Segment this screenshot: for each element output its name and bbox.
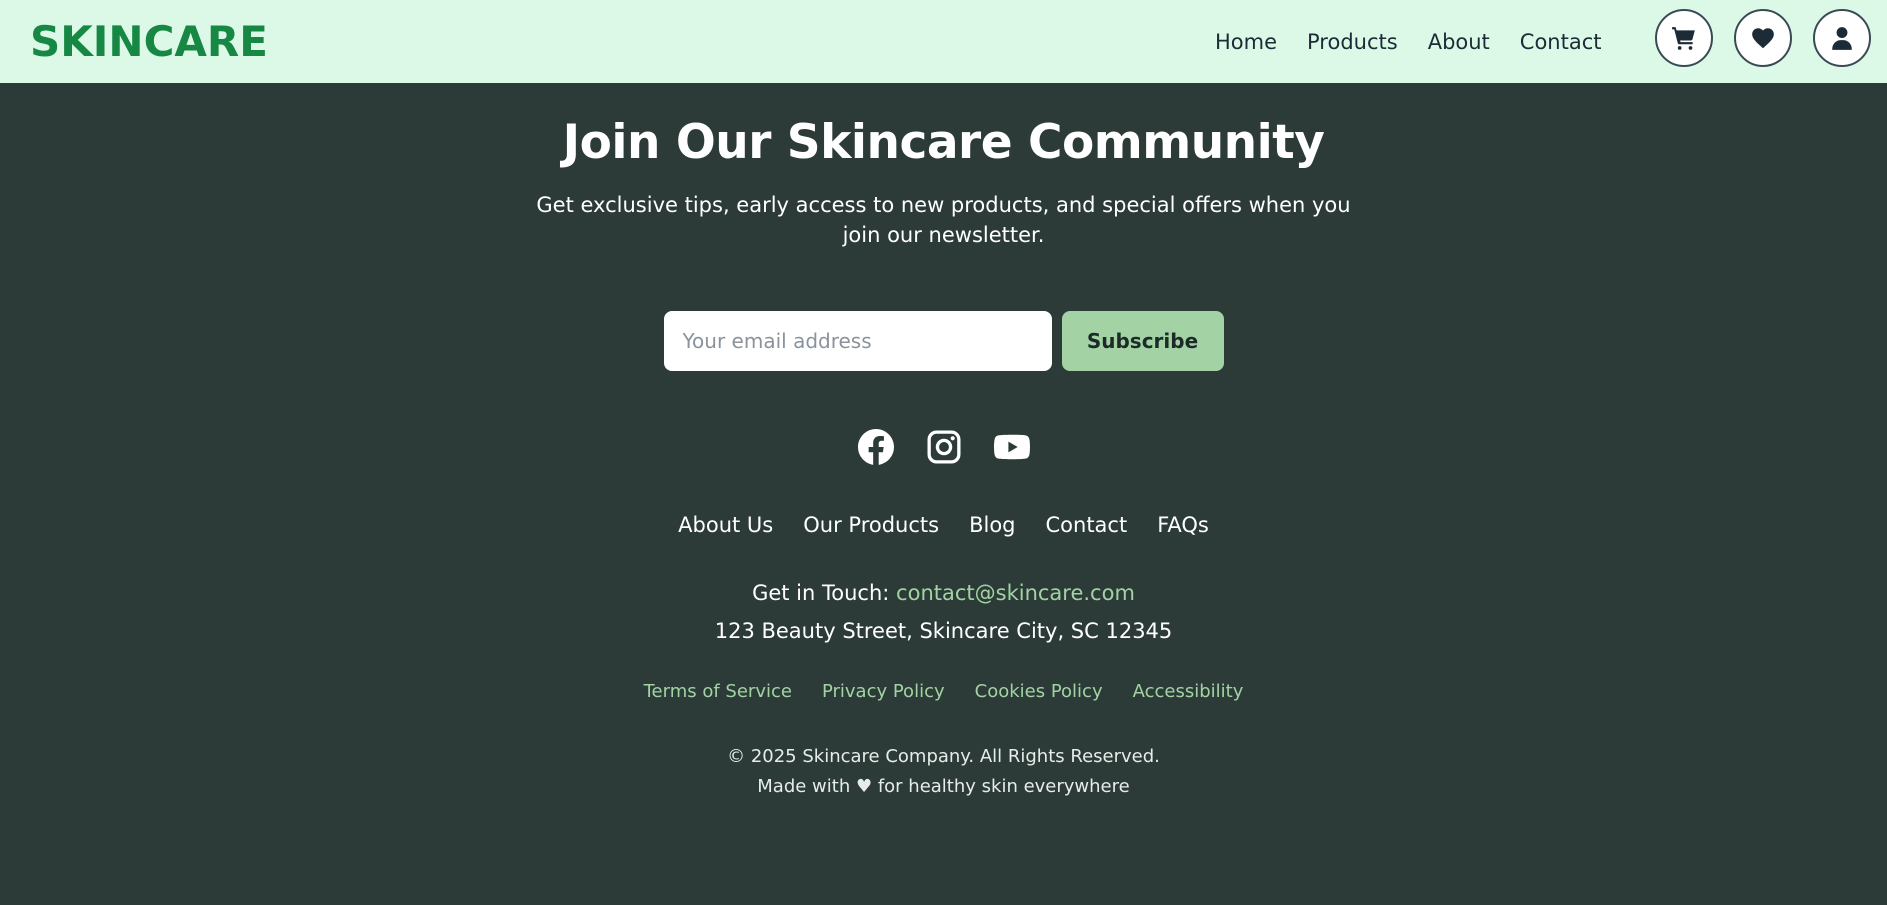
heart-icon bbox=[1752, 28, 1774, 49]
legal-nav: Terms of Service Privacy Policy Cookies … bbox=[0, 681, 1887, 702]
cart-icon bbox=[1672, 27, 1695, 50]
tagline: Made with ♥ for healthy skin everywhere bbox=[757, 776, 1130, 797]
youtube-icon bbox=[993, 434, 1030, 460]
account-button[interactable] bbox=[1813, 9, 1871, 67]
header-icon-buttons bbox=[1655, 9, 1871, 67]
main-nav: Home Products About Contact bbox=[1215, 0, 1602, 83]
cart-button[interactable] bbox=[1655, 9, 1713, 67]
contact-email-link[interactable]: contact@skincare.com bbox=[896, 581, 1135, 605]
footer-link-our-products[interactable]: Our Products bbox=[803, 513, 939, 537]
footer-link-contact[interactable]: Contact bbox=[1046, 513, 1128, 537]
newsletter-subtitle: Get exclusive tips, early access to new … bbox=[536, 193, 1351, 247]
address: 123 Beauty Street, Skincare City, SC 123… bbox=[714, 619, 1173, 643]
footer-link-faqs[interactable]: FAQs bbox=[1157, 513, 1209, 537]
social-links bbox=[0, 429, 1887, 465]
footer-nav: About Us Our Products Blog Contact FAQs bbox=[0, 513, 1887, 537]
footer-link-blog[interactable]: Blog bbox=[969, 513, 1015, 537]
youtube-link[interactable] bbox=[993, 429, 1030, 465]
newsletter-title: Join Our Skincare Community bbox=[562, 115, 1325, 170]
contact-line: Get in Touch: contact@skincare.com bbox=[0, 581, 1887, 605]
legal-link-cookies[interactable]: Cookies Policy bbox=[975, 681, 1103, 702]
subscribe-button[interactable]: Subscribe bbox=[1061, 311, 1224, 371]
newsletter-footer: Join Our Skincare Community Get exclusiv… bbox=[0, 115, 1887, 802]
nav-home[interactable]: Home bbox=[1215, 30, 1277, 54]
site-header: SKINCARE Home Products About Contact bbox=[0, 0, 1887, 83]
copyright: © 2025 Skincare Company. All Rights Rese… bbox=[0, 742, 1887, 802]
logo[interactable]: SKINCARE bbox=[30, 17, 268, 66]
instagram-icon bbox=[927, 430, 960, 464]
footer-link-about-us[interactable]: About Us bbox=[678, 513, 773, 537]
legal-link-privacy[interactable]: Privacy Policy bbox=[822, 681, 945, 702]
nav-products[interactable]: Products bbox=[1307, 30, 1398, 54]
wishlist-button[interactable] bbox=[1734, 9, 1792, 67]
copyright-line: © 2025 Skincare Company. All Rights Rese… bbox=[727, 746, 1160, 767]
contact-label: Get in Touch: bbox=[752, 581, 890, 605]
facebook-link[interactable] bbox=[857, 429, 894, 465]
nav-contact[interactable]: Contact bbox=[1520, 30, 1602, 54]
legal-link-terms[interactable]: Terms of Service bbox=[644, 681, 792, 702]
facebook-icon bbox=[857, 429, 894, 465]
nav-about[interactable]: About bbox=[1428, 30, 1490, 54]
user-icon bbox=[1832, 27, 1852, 50]
subscribe-form: Subscribe bbox=[0, 311, 1887, 371]
legal-link-accessibility[interactable]: Accessibility bbox=[1133, 681, 1244, 702]
email-input[interactable] bbox=[663, 311, 1052, 371]
instagram-link[interactable] bbox=[926, 429, 962, 465]
